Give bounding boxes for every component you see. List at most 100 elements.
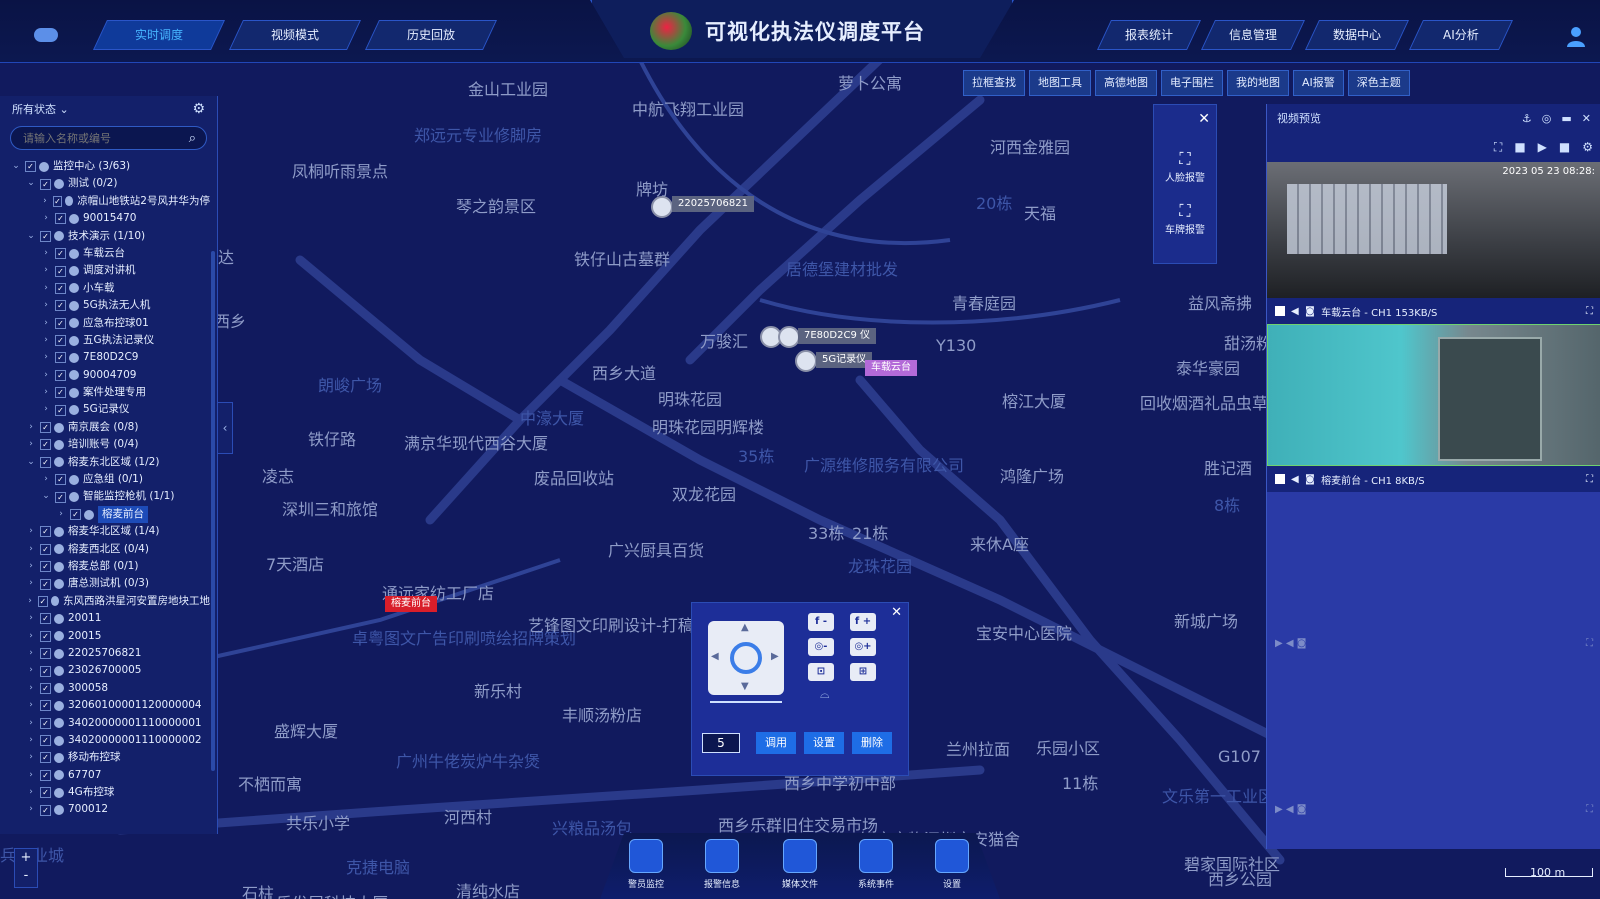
dock-alarm-info[interactable]: 报警信息 — [692, 839, 752, 890]
marker-vehicle-ptz[interactable]: 车载云台 — [865, 360, 917, 376]
ptz-direction-pad[interactable]: ▲ ▼ ◀ ▶ — [708, 621, 784, 695]
expand-arrow-icon[interactable]: › — [40, 384, 52, 401]
arrow-right-icon[interactable]: ▶ — [771, 651, 779, 662]
expand-arrow-icon[interactable]: › — [40, 210, 52, 227]
nav-tab-right-2[interactable]: 信息管理 — [1201, 20, 1305, 50]
iris-minus-button[interactable]: ◎- — [808, 638, 834, 656]
checkbox-icon[interactable]: ✓ — [40, 717, 51, 729]
checkbox-icon[interactable]: ✓ — [55, 335, 66, 347]
tree-node[interactable]: › ✓ 榕麦西北区 (0/4) — [0, 541, 210, 558]
play-icon[interactable]: ▶ ◀ ◙ — [1275, 804, 1306, 815]
expand-arrow-icon[interactable]: › — [25, 767, 37, 784]
tree-node[interactable]: › ✓ 唐总测试机 (0/3) — [0, 575, 210, 592]
checkbox-icon[interactable]: ✓ — [55, 265, 66, 277]
dock-settings[interactable]: 设置 — [922, 839, 982, 890]
dock-system-events[interactable]: 系统事件 — [846, 839, 906, 890]
checkbox-icon[interactable]: ✓ — [40, 700, 51, 712]
tree-node[interactable]: › ✓ 67707 — [0, 767, 210, 784]
expand-arrow-icon[interactable]: › — [25, 715, 37, 732]
tree-node[interactable]: › ✓ 34020000001110000001 — [0, 715, 210, 732]
expand-arrow-icon[interactable]: › — [25, 801, 37, 818]
tree-node[interactable]: › ✓ 7E80D2C9 — [0, 349, 210, 366]
tree-node[interactable]: › ✓ 五G执法记录仪 — [0, 332, 210, 349]
video-stream-2[interactable] — [1267, 324, 1600, 466]
expand-arrow-icon[interactable]: ⌄ — [25, 175, 37, 192]
tree-node[interactable]: › ✓ 300058 — [0, 680, 210, 697]
camera-icon[interactable]: ◙ — [1305, 306, 1315, 317]
status-filter[interactable]: 所有状态 ⌄ — [12, 101, 69, 117]
zoom-in-icon[interactable]: + — [15, 849, 37, 867]
checkbox-icon[interactable]: ✓ — [40, 648, 51, 660]
expand-arrow-icon[interactable]: › — [25, 593, 35, 610]
tree-node[interactable]: › ✓ 700012 — [0, 801, 210, 818]
expand-arrow-icon[interactable]: › — [40, 280, 52, 297]
checkbox-icon[interactable]: ✓ — [40, 665, 51, 677]
tree-node[interactable]: › ✓ 23026700005 — [0, 662, 210, 679]
nav-tab-right-1[interactable]: 报表统计 — [1097, 20, 1201, 50]
tree-node[interactable]: › ✓ 20015 — [0, 628, 210, 645]
tree-node[interactable]: ⌄ ✓ 榕麦东北区域 (1/2) — [0, 454, 210, 471]
checkbox-icon[interactable]: ✓ — [55, 491, 66, 503]
nav-tab-right-3[interactable]: 数据中心 — [1305, 20, 1409, 50]
checkbox-icon[interactable]: ✓ — [55, 282, 66, 294]
expand-icon[interactable]: ⛶ — [1586, 306, 1593, 317]
checkbox-icon[interactable] — [1275, 306, 1285, 316]
expand-arrow-icon[interactable]: › — [25, 697, 37, 714]
checkbox-icon[interactable]: ✓ — [40, 630, 51, 642]
checkbox-icon[interactable]: ✓ — [70, 509, 81, 520]
expand-arrow-icon[interactable]: › — [25, 541, 37, 558]
tree-node[interactable]: ⌄ ✓ 测试 (0/2) — [0, 175, 210, 192]
plate-alarm-button[interactable]: ⛶ 车牌报警 — [1158, 201, 1212, 236]
search-input[interactable] — [21, 130, 175, 146]
preset-set-button[interactable]: 设置 — [804, 732, 844, 754]
toolbar-item-3[interactable]: 高德地图 — [1095, 70, 1157, 96]
tree-node[interactable]: › ✓ 32060100001120000004 — [0, 697, 210, 714]
expand-arrow-icon[interactable]: › — [25, 419, 37, 436]
stop-icon[interactable]: ■ — [1514, 140, 1525, 154]
tree-node[interactable]: › ✓ 车载云台 — [0, 245, 210, 262]
tree-node[interactable]: › ✓ 应急组 (0/1) — [0, 471, 210, 488]
nav-tab-3[interactable]: 历史回放 — [365, 20, 497, 50]
tree-node[interactable]: › ✓ 南京展会 (0/8) — [0, 419, 210, 436]
arrow-down-icon[interactable]: ▼ — [741, 681, 749, 692]
expand-icon[interactable]: ⛶ — [1586, 474, 1593, 485]
pin-icon[interactable]: ⚓ — [1522, 112, 1532, 125]
expand-arrow-icon[interactable]: ⌄ — [10, 158, 22, 175]
tree-node[interactable]: › ✓ 90015470 — [0, 210, 210, 227]
expand-arrow-icon[interactable]: › — [25, 662, 37, 679]
expand-arrow-icon[interactable]: › — [25, 628, 37, 645]
speaker-icon[interactable]: ◀ — [1291, 474, 1299, 485]
arrow-left-icon[interactable]: ◀ — [711, 651, 719, 662]
expand-arrow-icon[interactable]: ⌄ — [25, 454, 37, 471]
toolbar-item-7[interactable]: 深色主题 — [1347, 70, 1410, 96]
toolbar-item-1[interactable]: 拉框查找 — [963, 70, 1025, 96]
expand-arrow-icon[interactable]: › — [40, 245, 52, 262]
tree-node[interactable]: › ✓ 移动布控球 — [0, 749, 210, 766]
tree-node[interactable]: › ✓ 5G执法无人机 — [0, 297, 210, 314]
checkbox-icon[interactable]: ✓ — [55, 404, 66, 416]
tree-node[interactable]: › ✓ 凉帽山地铁站2号风井华为停 — [0, 193, 210, 210]
tree-node[interactable]: › ✓ 东风西路洪星河安置房地块工地 — [0, 593, 210, 610]
toolbar-item-4[interactable]: 电子围栏 — [1161, 70, 1223, 96]
marker-reception-camera[interactable]: 榕麦前台 — [385, 596, 437, 612]
nav-tab-right-4[interactable]: AI分析 — [1409, 20, 1513, 50]
tree-node[interactable]: › ✓ 培训账号 (0/4) — [0, 436, 210, 453]
video-slot-3[interactable] — [1267, 492, 1600, 630]
toolbar-item-5[interactable]: 我的地图 — [1227, 70, 1289, 96]
expand-arrow-icon[interactable]: › — [25, 732, 37, 749]
expand-arrow-icon[interactable]: › — [25, 645, 37, 662]
checkbox-icon[interactable]: ✓ — [55, 369, 66, 381]
checkbox-icon[interactable]: ✓ — [40, 543, 51, 555]
checkbox-icon[interactable]: ✓ — [40, 456, 51, 468]
tree-scrollbar[interactable] — [211, 251, 215, 771]
nav-tab-1[interactable]: 实时调度 — [93, 20, 225, 50]
expand-icon[interactable]: ⛶ — [1586, 638, 1593, 649]
expand-arrow-icon[interactable]: › — [40, 471, 52, 488]
checkbox-icon[interactable]: ✓ — [40, 804, 51, 816]
checkbox-icon[interactable]: ✓ — [40, 769, 51, 781]
preset-number-input[interactable]: 5 — [702, 733, 740, 753]
checkbox-icon[interactable]: ✓ — [38, 595, 48, 607]
tree-node[interactable]: › ✓ 34020000001110000002 — [0, 732, 210, 749]
close-icon[interactable]: ✕ — [1198, 111, 1210, 127]
iris-plus-button[interactable]: ◎+ — [850, 638, 876, 656]
